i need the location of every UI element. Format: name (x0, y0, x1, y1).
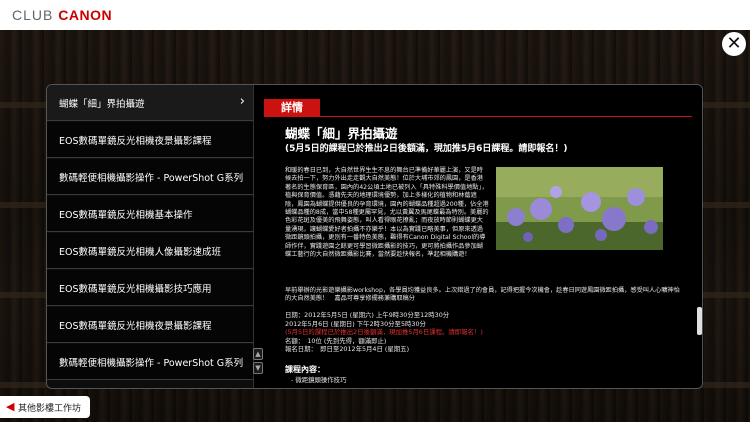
scroll-down-icon[interactable]: ▼ (253, 362, 263, 374)
other-workshops-label: 其他影樓工作坊 (18, 404, 82, 414)
sidebar-item-night-photo-2[interactable]: EOS數碼單鏡反光相機夜景攝影課程 (47, 307, 253, 343)
course-title: 蝴蝶「細」界拍攝遊 (285, 126, 398, 141)
sidebar-item-night-photo[interactable]: EOS數碼單鏡反光相機夜景攝影課程 (47, 122, 253, 158)
sidebar-item-techniques[interactable]: EOS數碼單鏡反光相機攝影技巧應用 (47, 270, 253, 306)
close-icon[interactable]: ✕ (722, 32, 746, 56)
back-arrow-icon: ◀ (6, 400, 15, 413)
other-workshops-button[interactable]: ◀ 其他影樓工作坊 (0, 396, 90, 418)
details-tag: 詳情 (264, 99, 320, 117)
brand-logo[interactable]: CLUB CANON (12, 7, 112, 23)
sidebar-item-label: EOS數碼單鏡反光相機夜景攝影課程 (59, 136, 212, 147)
sidebar-item-powershot-g[interactable]: 數碼輕便相機攝影操作 - PowerShot G系列 (47, 159, 253, 195)
date-label: 日期： (285, 311, 305, 319)
sidebar-item-label: 蝴蝶「細」界拍攝遊 (59, 99, 145, 110)
deadline: 報名日期： 即日至2012年5月4日 (星期五) (285, 345, 410, 354)
course-subtitle: (5月5日的課程已於推出2日後額滿，現加推5月6日課程。請即報名！) (285, 144, 568, 154)
sidebar-item-portrait[interactable]: EOS數碼單鏡反光相機人像攝影速成班 (47, 233, 253, 269)
sidebar-item-label: 數碼輕便相機攝影操作 - PowerShot G系列 (59, 173, 244, 184)
date-note: (5月5日的課程已於推出2日後額滿，現加推5月6日課程。請即報名！) (285, 328, 483, 337)
sidebar-item-label: EOS數碼單鏡反光相機夜景攝影課程 (59, 321, 212, 332)
flower-photo-image (496, 167, 663, 250)
sidebar-item-label: EOS數碼單鏡反光相機攝影技巧應用 (59, 284, 212, 295)
course-list-sidebar: 蝴蝶「細」界拍攝遊 › EOS數碼單鏡反光相機夜景攝影課程 數碼輕便相機攝影操作… (47, 85, 253, 388)
scroll-up-icon[interactable]: ▲ (253, 348, 263, 360)
brand-name: CANON (58, 7, 113, 23)
scroll-arrows: ▲ ▼ (253, 348, 263, 374)
course-content-label: 課程內容： (285, 365, 325, 374)
workshop-note: 早前舉辦的光影遊樂攝影workshop，各學員均獲益良多。上次錯過了的會員，記得… (285, 287, 680, 303)
top-bar: CLUB CANON (0, 0, 750, 30)
course-description: 和暖的春日已到，大自然世界生生不息的舞台已準備好華麗上演，又是時候去拍一下，努力… (285, 167, 489, 259)
sidebar-item-powershot-g-2[interactable]: 數碼輕便相機攝影操作 - PowerShot G系列 (47, 344, 253, 380)
course-detail-content: 詳情 蝴蝶「細」界拍攝遊 (5月5日的課程已於推出2日後額滿，現加推5月6日課程… (253, 85, 702, 388)
date-2: 2012年5月6日 (星期日) 下午2時30分至5時30分 (285, 319, 426, 328)
divider (264, 116, 692, 117)
sidebar-item-eos-basic[interactable]: EOS數碼單鏡反光相機基本操作 (47, 196, 253, 232)
chevron-right-icon: › (239, 94, 245, 109)
sidebar-item-butterfly[interactable]: 蝴蝶「細」界拍攝遊 › (47, 85, 253, 121)
course-content-item: - 微距鏡頭操作技巧 (291, 376, 347, 384)
content-scrollbar[interactable] (697, 307, 702, 335)
sidebar-item-label: EOS數碼單鏡反光相機基本操作 (59, 210, 193, 221)
course-info: 日期：2012年5月5日 (星期六) 上午9時30分至12時30分 2012年5… (285, 311, 483, 354)
brand-prefix: CLUB (12, 7, 54, 23)
date-1: 2012年5月5日 (星期六) 上午9時30分至12時30分 (304, 311, 450, 319)
sidebar-item-label: 數碼輕便相機攝影操作 - PowerShot G系列 (59, 358, 244, 369)
course-detail-panel: 蝴蝶「細」界拍攝遊 › EOS數碼單鏡反光相機夜景攝影課程 數碼輕便相機攝影操作… (46, 84, 703, 389)
sidebar-item-label: EOS數碼單鏡反光相機人像攝影速成班 (59, 247, 222, 258)
flower-photo (496, 167, 663, 250)
